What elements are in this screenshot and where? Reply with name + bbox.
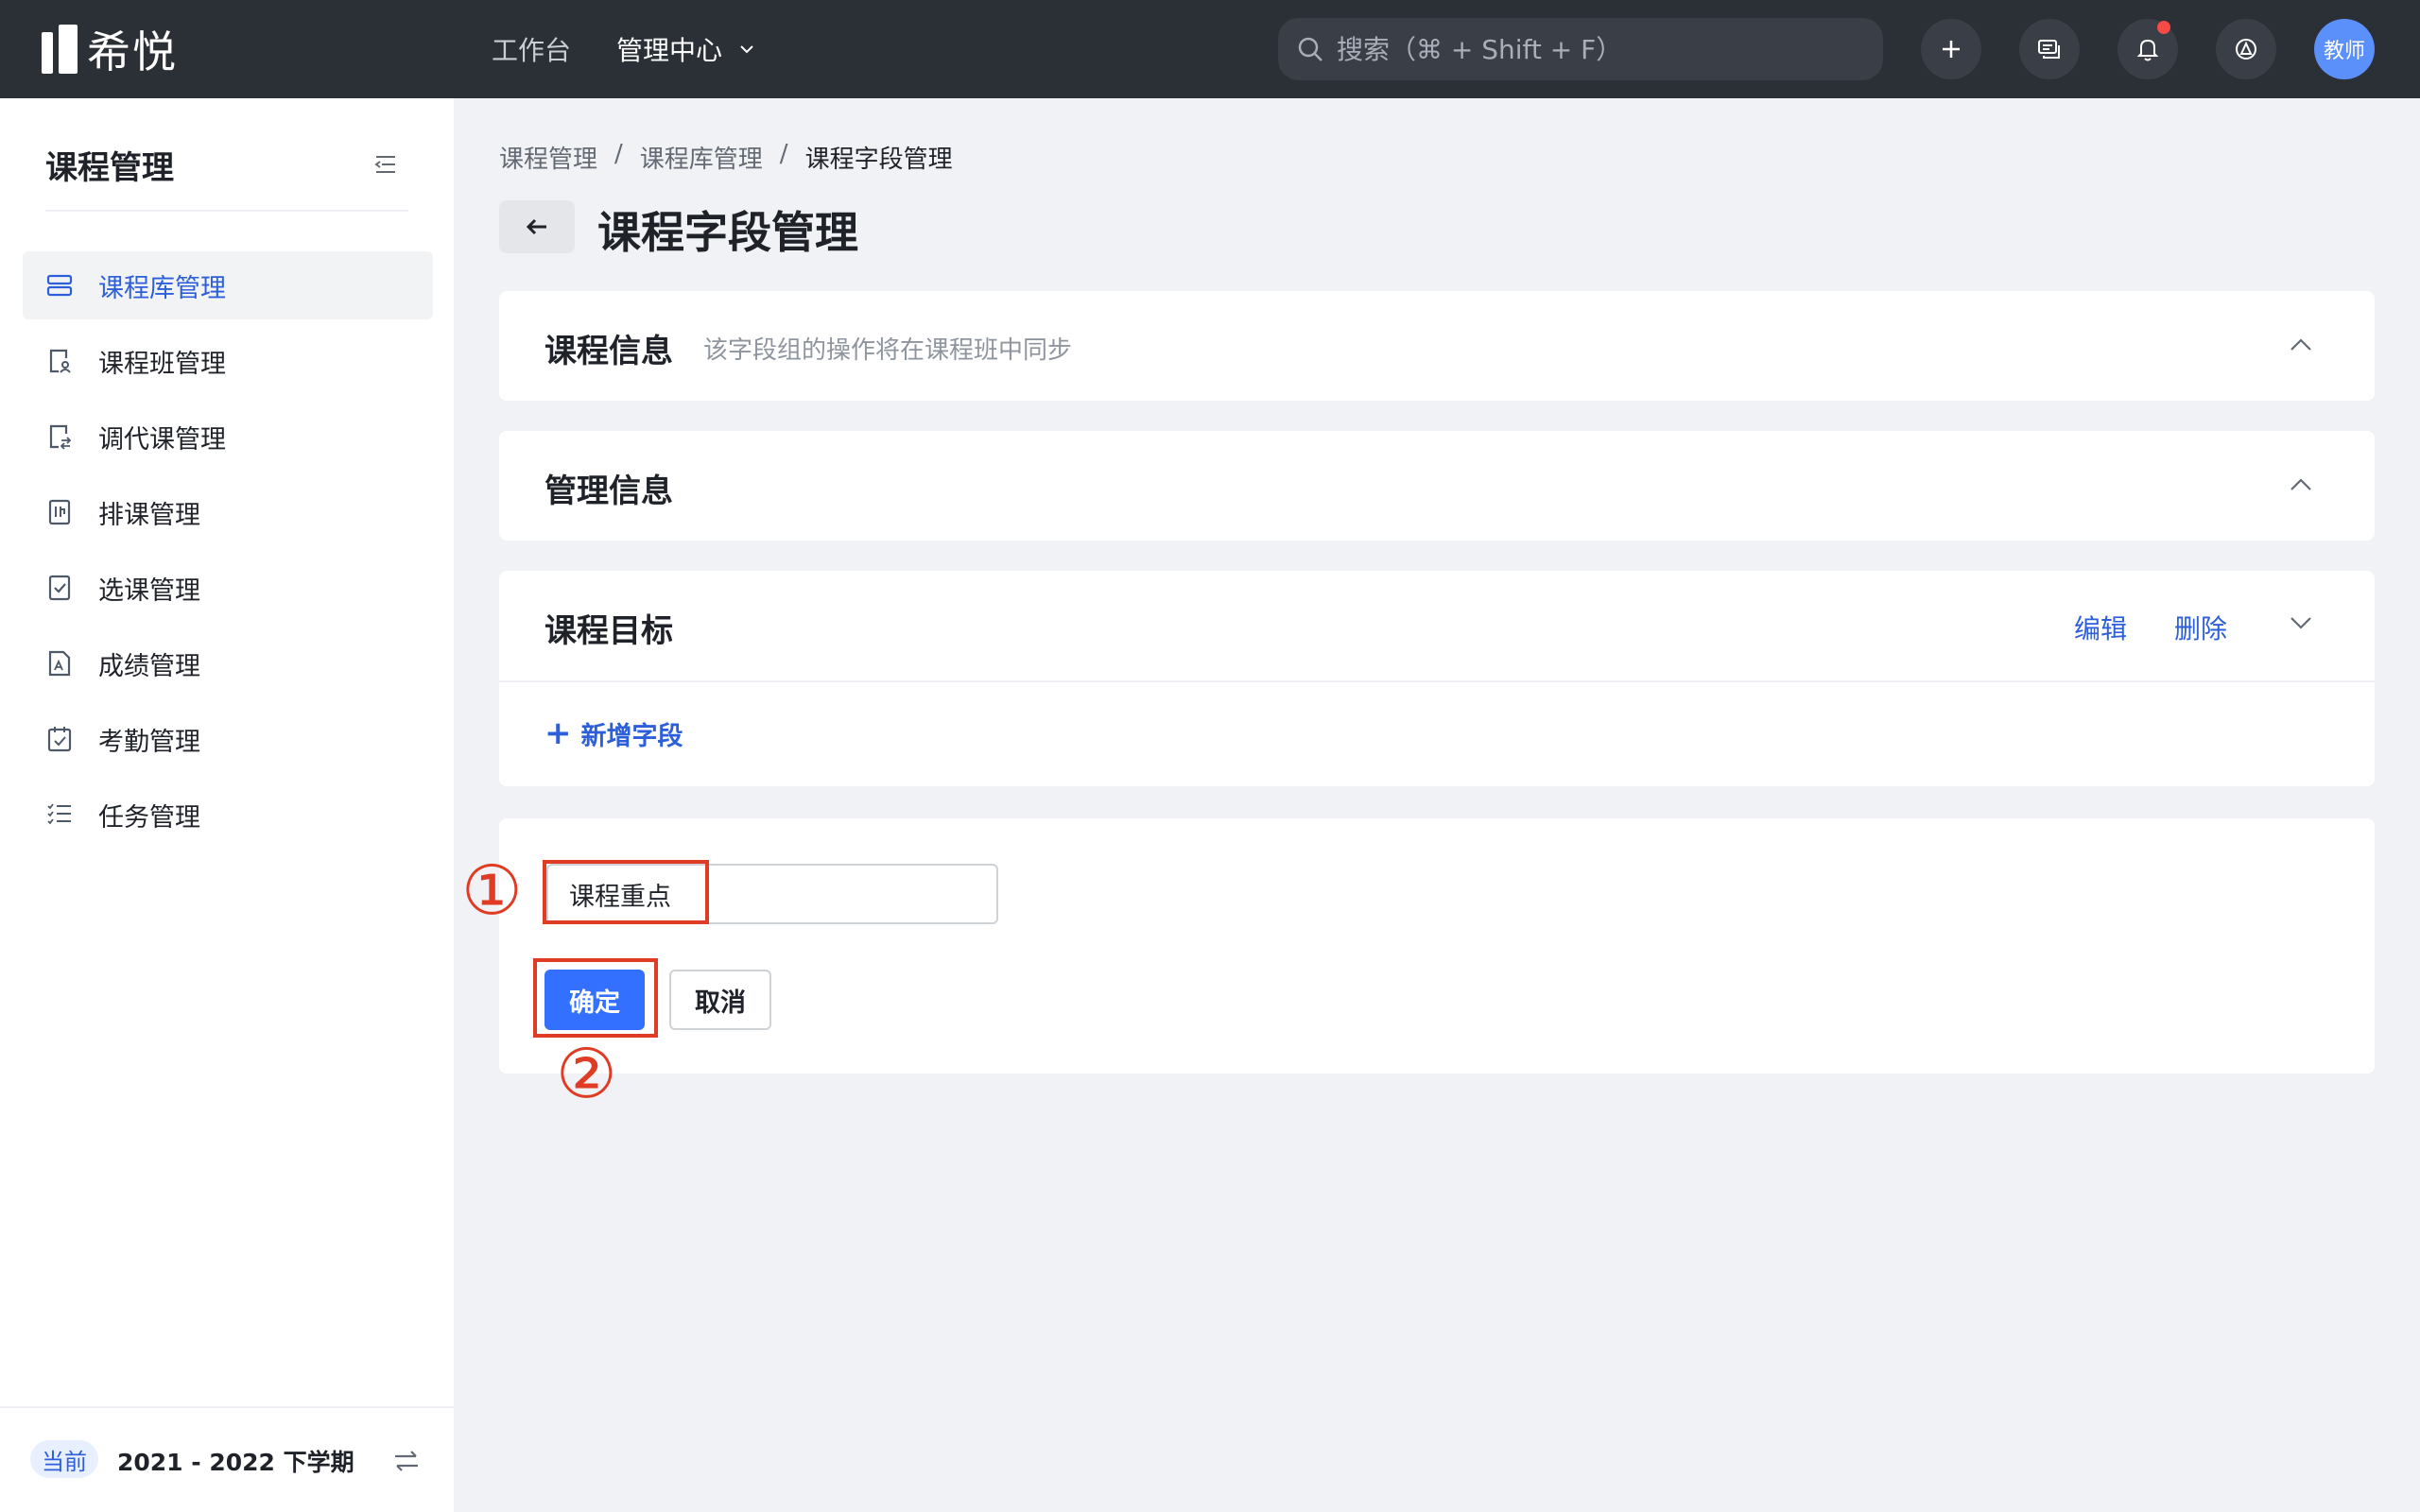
breadcrumb-current: 课程字段管理 [804,146,953,174]
breadcrumb-course-management[interactable]: 课程管理 [499,140,597,175]
grades-icon [45,649,74,678]
sidebar-menu: 课程库管理 课程班管理 调代课管理 排课管理 选课管理 成绩管理 考勤管理 任务… [23,251,433,856]
nav-admin-center-label: 管理中心 [616,35,723,66]
card-divider [499,680,2375,682]
plus-icon: + [544,714,572,752]
nav-admin-center[interactable]: 管理中心 [616,30,754,68]
breadcrumb-separator: / [614,140,623,168]
sidebar-item-label: 成绩管理 [98,651,200,681]
cancel-button[interactable]: 取消 [669,970,771,1030]
top-bar: 希悦 工作台 管理中心 搜索（⌘ + Shift + F） 教师 [0,0,2420,98]
sidebar-item-course-library[interactable]: 课程库管理 [23,251,433,319]
add-field-label: 新增字段 [580,721,683,751]
new-field-group-form [499,818,2375,1074]
chevron-up-icon[interactable] [2288,333,2314,359]
confirm-button[interactable]: 确定 [544,970,645,1030]
sidebar-divider [45,210,408,212]
back-button[interactable] [499,200,575,253]
field-group-title: 管理信息 [544,472,673,510]
plus-icon [1943,41,1960,58]
chevron-down-icon[interactable] [2288,609,2314,635]
sidebar-item-label: 任务管理 [98,802,200,833]
add-field-button[interactable]: + 新增字段 [544,714,683,752]
sidebar-item-label: 课程班管理 [98,349,226,379]
nav-workbench[interactable]: 工作台 [492,30,571,68]
field-group-course-info: 课程信息 该字段组的操作将在课程班中同步 [499,291,2375,401]
sidebar-item-label: 课程库管理 [98,273,226,303]
field-group-title: 课程目标 [544,612,673,650]
swap-icon[interactable] [391,1446,422,1476]
breadcrumb-course-library[interactable]: 课程库管理 [640,140,763,175]
field-group-course-goal: 课程目标 编辑 删除 + 新增字段 [499,571,2375,786]
sidebar-title: 课程管理 [45,149,174,187]
sidebar-item-label: 调代课管理 [98,424,226,455]
term-switcher[interactable]: 当前 2021 - 2022 下学期 [0,1406,454,1512]
field-group-subtitle: 该字段组的操作将在课程班中同步 [703,336,1073,365]
annotation-step-1: ① [461,850,523,930]
sidebar-item-course-class[interactable]: 课程班管理 [23,327,433,395]
arrow-left-icon [526,218,546,235]
course-select-icon [45,574,74,602]
sidebar-item-label: 选课管理 [98,576,200,606]
sidebar-item-label: 排课管理 [98,500,200,530]
field-group-admin-info: 管理信息 [499,431,2375,541]
notification-dot [2157,21,2170,34]
sidebar-item-course-select[interactable]: 选课管理 [23,554,433,622]
logo-text: 希悦 [87,26,178,77]
course-class-icon [45,347,74,375]
group-name-input[interactable] [546,864,998,924]
notifications-button[interactable] [2118,19,2178,79]
top-nav: 工作台 管理中心 [492,0,800,98]
chevron-down-icon [740,45,753,54]
current-term: 2021 - 2022 下学期 [117,1449,354,1476]
sidebar-item-attendance[interactable]: 考勤管理 [23,705,433,773]
global-search[interactable] [1278,18,1883,80]
annotation-step-2: ② [556,1034,617,1113]
sidebar-item-tasks[interactable]: 任务管理 [23,781,433,849]
app-logo[interactable]: 希悦 [42,21,178,77]
substitute-icon [45,422,74,451]
user-avatar[interactable]: 教师 [2314,19,2375,79]
messages-button[interactable] [2019,19,2080,79]
chat-icon [2038,40,2060,59]
sidebar-item-grades[interactable]: 成绩管理 [23,629,433,697]
search-icon [1298,37,1322,61]
breadcrumb: 课程管理 / 课程库管理 / 课程字段管理 [499,140,970,175]
sidebar-item-schedule[interactable]: 排课管理 [23,478,433,546]
attendance-icon [45,725,74,753]
sidebar-item-label: 考勤管理 [98,727,200,757]
delete-group-link[interactable]: 删除 [2174,609,2227,646]
logo-mark-icon [42,25,78,74]
breadcrumb-separator: / [779,140,788,168]
app-switch-button[interactable] [2216,19,2276,79]
sidebar-item-substitute[interactable]: 调代课管理 [23,403,433,471]
course-library-icon [45,271,74,300]
schedule-icon [45,498,74,526]
compass-icon [2236,39,2256,60]
page-title: 课程字段管理 [597,207,858,258]
field-group-title: 课程信息 [544,333,673,370]
chevron-up-icon[interactable] [2288,472,2314,499]
collapse-sidebar-icon[interactable] [372,151,399,178]
current-term-badge: 当前 [30,1440,98,1478]
search-input[interactable] [1335,32,1868,66]
create-button[interactable] [1921,19,1981,79]
edit-group-link[interactable]: 编辑 [2074,609,2127,646]
task-list-icon [45,800,74,829]
sidebar: 课程管理 课程库管理 课程班管理 调代课管理 排课管理 选课管理 成绩管理 考勤… [0,98,454,1512]
bell-icon [2136,39,2159,61]
